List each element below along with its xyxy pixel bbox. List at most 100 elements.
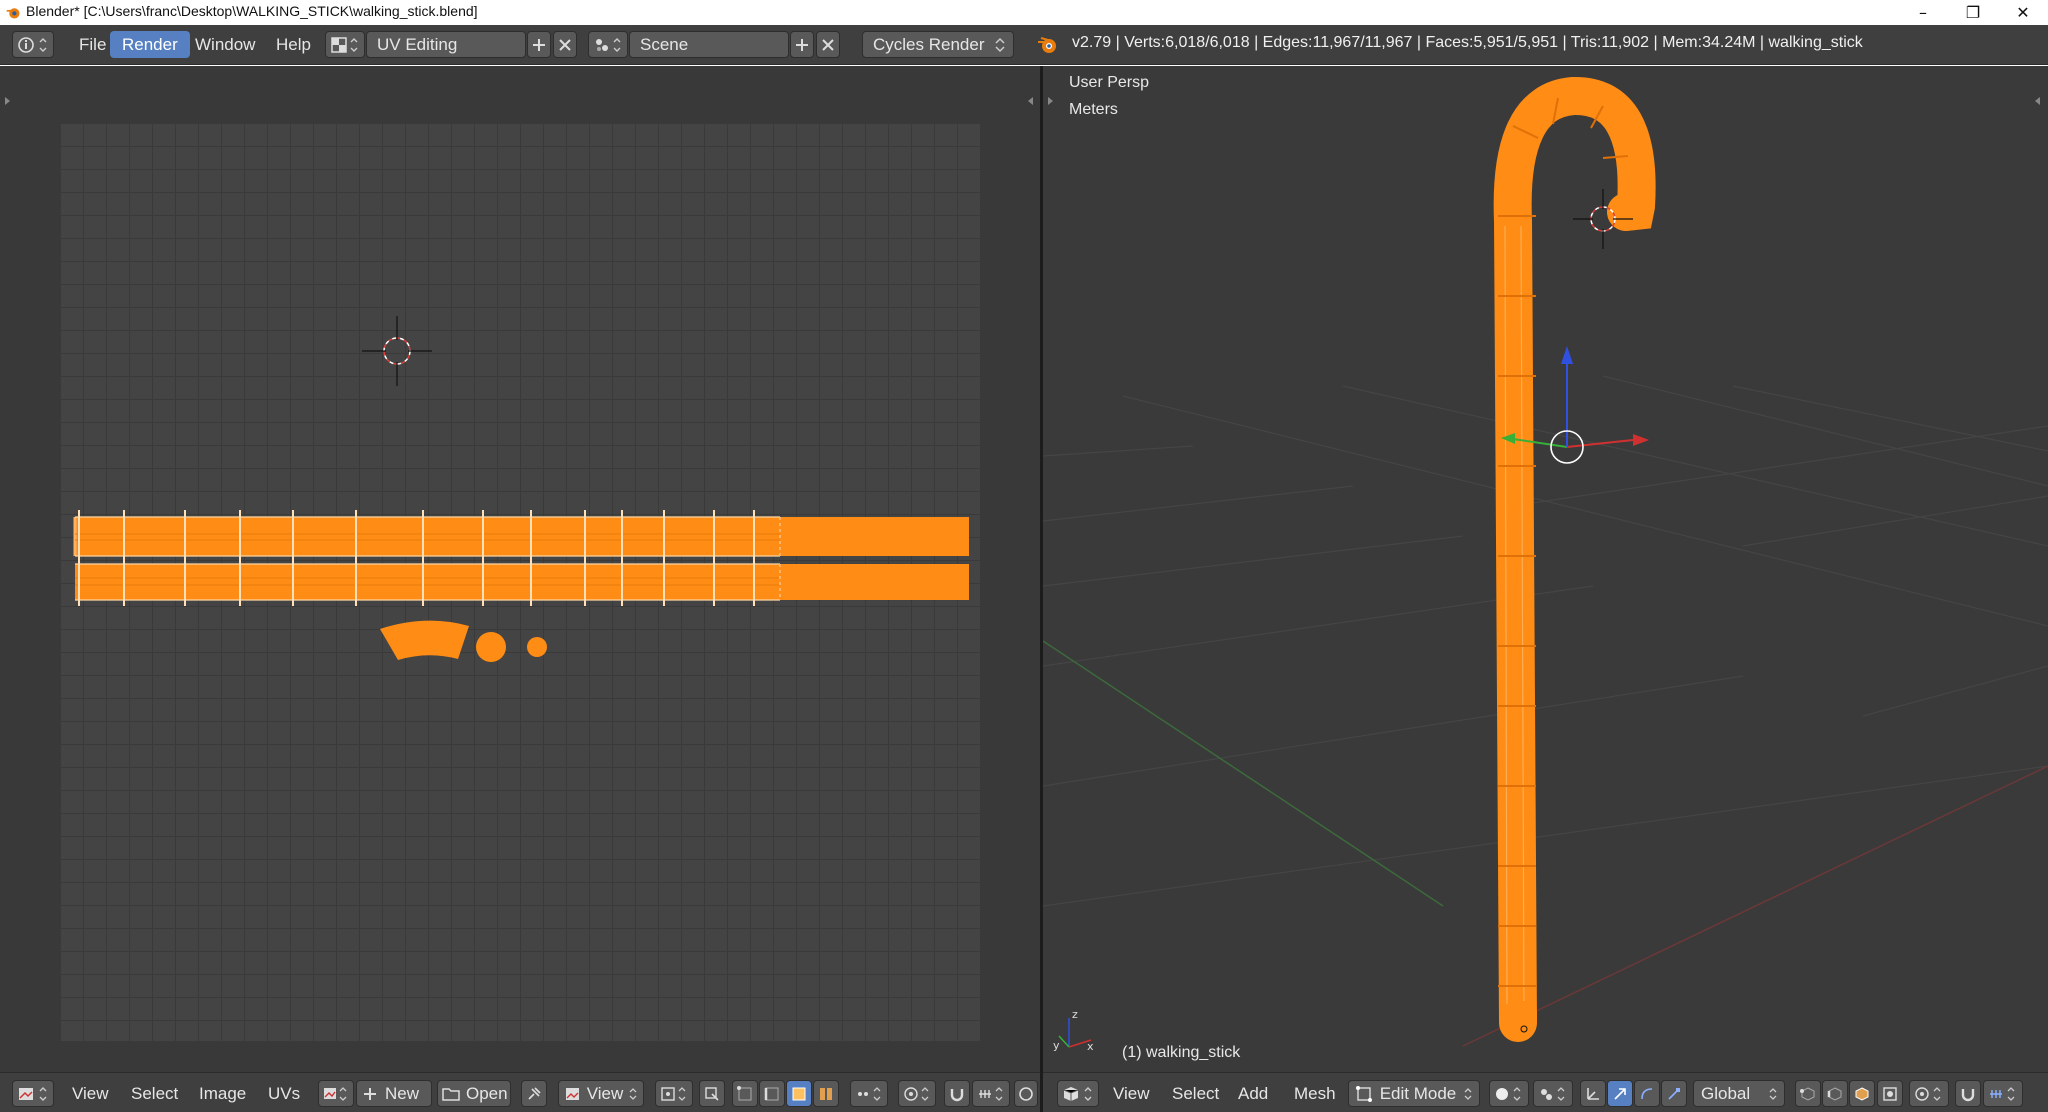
image-editor-icon (19, 1086, 47, 1101)
screen-layout-browse-button[interactable] (325, 31, 365, 58)
vertex-select-icon (737, 1085, 752, 1100)
uv-image-editor[interactable] (0, 66, 1040, 1072)
uv-layout[interactable] (0, 66, 1040, 1072)
occlude-geometry-icon (1883, 1086, 1897, 1101)
magnet-icon (950, 1088, 964, 1101)
proportional-edit-icon (904, 1086, 929, 1101)
pin-image-button[interactable] (521, 1080, 547, 1107)
svg-text:x: x (1087, 1040, 1094, 1053)
face-select-icon (792, 1087, 806, 1100)
limit-selection-visible-button[interactable] (1877, 1080, 1903, 1107)
image-browse-button[interactable] (318, 1080, 354, 1107)
uv-menu-image[interactable]: Image (195, 1080, 250, 1107)
uv-menu-view[interactable]: View (68, 1080, 113, 1107)
remove-screen-layout-button[interactable] (553, 31, 577, 58)
updown-arrows-icon (1769, 1087, 1777, 1100)
3d-viewport[interactable]: User Persp Meters z x y (1) walking_stic… (1043, 66, 2048, 1072)
x-axis-line (1462, 765, 2048, 1047)
sync-selection-button[interactable] (699, 1080, 725, 1107)
vertex-select-3d-button[interactable] (1795, 1080, 1821, 1107)
uv-island-handle-pieces[interactable] (380, 620, 547, 662)
menu-help[interactable]: Help (264, 31, 323, 58)
snap-element-dropdown[interactable] (972, 1080, 1010, 1107)
manipulator-toggle-button[interactable] (1580, 1080, 1606, 1107)
maximize-button[interactable]: ❐ (1950, 0, 1996, 25)
transform-orientation-dropdown[interactable]: Global (1693, 1080, 1785, 1107)
3d-view-header: View Select Add Mesh Edit Mode Global (1043, 1072, 2048, 1112)
2d-cursor-icon (362, 316, 432, 386)
pivot-point-dropdown[interactable] (655, 1080, 693, 1107)
view-axes-gizmo: z x y (1053, 1008, 1094, 1053)
proportional-edit-icon (1915, 1086, 1941, 1101)
render-engine-label: Cycles Render (873, 34, 985, 54)
close-window-button[interactable]: ✕ (2000, 0, 2046, 25)
proportional-editing-dropdown[interactable] (898, 1080, 936, 1107)
open-image-button[interactable]: Open (437, 1080, 511, 1107)
svg-text:z: z (1072, 1008, 1078, 1021)
interaction-mode-dropdown[interactable]: Edit Mode (1348, 1080, 1480, 1107)
pin-icon (528, 1086, 541, 1100)
viewport-scene[interactable]: z x y (1043, 66, 2048, 1072)
sticky-selection-dropdown[interactable] (850, 1080, 888, 1107)
info-header: File Render Window Help UV Editing Scene… (0, 25, 2048, 65)
scene-field[interactable]: Scene (629, 31, 789, 58)
viewport-shading-dropdown[interactable] (1489, 1080, 1529, 1107)
scene-icon (596, 37, 621, 52)
add-screen-layout-button[interactable] (527, 31, 551, 58)
blender-app-icon (6, 8, 20, 19)
plus-icon (533, 38, 545, 51)
add-scene-button[interactable] (790, 31, 814, 58)
sync-selection-icon (705, 1086, 719, 1101)
rotate-icon (1641, 1087, 1653, 1099)
transform-orientation-label: Global (1701, 1083, 1751, 1103)
island-select-mode-button[interactable] (813, 1080, 839, 1107)
walking-stick-mesh[interactable] (1493, 77, 1656, 1042)
vertex-select-icon (1800, 1086, 1815, 1101)
sticky-selection-icon (858, 1086, 881, 1101)
editor-type-3d-view-button[interactable] (1057, 1080, 1099, 1107)
uv-island-strips[interactable] (73, 510, 969, 606)
view3d-menu-view[interactable]: View (1109, 1080, 1154, 1107)
image-view-mode-label: View (586, 1083, 624, 1103)
uv-editor-header: View Select Image UVs New Open View (0, 1072, 1040, 1112)
uv-menu-uvs[interactable]: UVs (264, 1080, 304, 1107)
snap-element-3d-dropdown[interactable] (1983, 1080, 2023, 1107)
snap-toggle-3d-button[interactable] (1955, 1080, 1981, 1107)
x-icon (559, 38, 571, 51)
mask-mode-button[interactable] (1014, 1080, 1038, 1107)
screen-layout-field[interactable]: UV Editing (366, 31, 526, 58)
pivot-point-3d-dropdown[interactable] (1533, 1080, 1573, 1107)
manipulator-icon (1587, 1087, 1599, 1100)
uv-menu-select[interactable]: Select (127, 1080, 182, 1107)
editor-type-info-button[interactable] (12, 31, 54, 58)
render-engine-dropdown[interactable]: Cycles Render (862, 31, 1014, 58)
vertex-select-mode-button[interactable] (732, 1080, 758, 1107)
snap-toggle-button[interactable] (944, 1080, 970, 1107)
edge-select-mode-button[interactable] (759, 1080, 785, 1107)
image-view-mode-dropdown[interactable]: View (558, 1080, 644, 1107)
menu-window[interactable]: Window (183, 31, 267, 58)
face-select-mode-button[interactable] (786, 1080, 812, 1107)
scale-manipulator-button[interactable] (1661, 1080, 1687, 1107)
rotate-manipulator-button[interactable] (1634, 1080, 1660, 1107)
proportional-editing-3d-dropdown[interactable] (1909, 1080, 1949, 1107)
editor-type-image-button[interactable] (12, 1080, 54, 1107)
remove-scene-button[interactable] (816, 31, 840, 58)
plus-icon (796, 38, 808, 51)
active-object-label: (1) walking_stick (1122, 1044, 1241, 1061)
window-titlebar: Blender* [C:\Users\franc\Desktop\WALKING… (0, 0, 2048, 25)
new-image-button[interactable]: New (356, 1080, 432, 1107)
translate-manipulator-button[interactable] (1607, 1080, 1633, 1107)
view3d-menu-add[interactable]: Add (1234, 1080, 1272, 1107)
face-select-3d-button[interactable] (1849, 1080, 1875, 1107)
interaction-mode-label: Edit Mode (1379, 1083, 1457, 1103)
scene-browse-button[interactable] (588, 31, 628, 58)
minimize-button[interactable]: – (1900, 0, 1946, 25)
edge-select-3d-button[interactable] (1822, 1080, 1848, 1107)
pivot-icon (1541, 1086, 1565, 1101)
view3d-menu-select[interactable]: Select (1168, 1080, 1223, 1107)
menu-render[interactable]: Render (110, 31, 190, 58)
y-axis-line (1043, 640, 1444, 907)
view3d-menu-mesh[interactable]: Mesh (1290, 1080, 1340, 1107)
island-select-icon (820, 1087, 832, 1100)
